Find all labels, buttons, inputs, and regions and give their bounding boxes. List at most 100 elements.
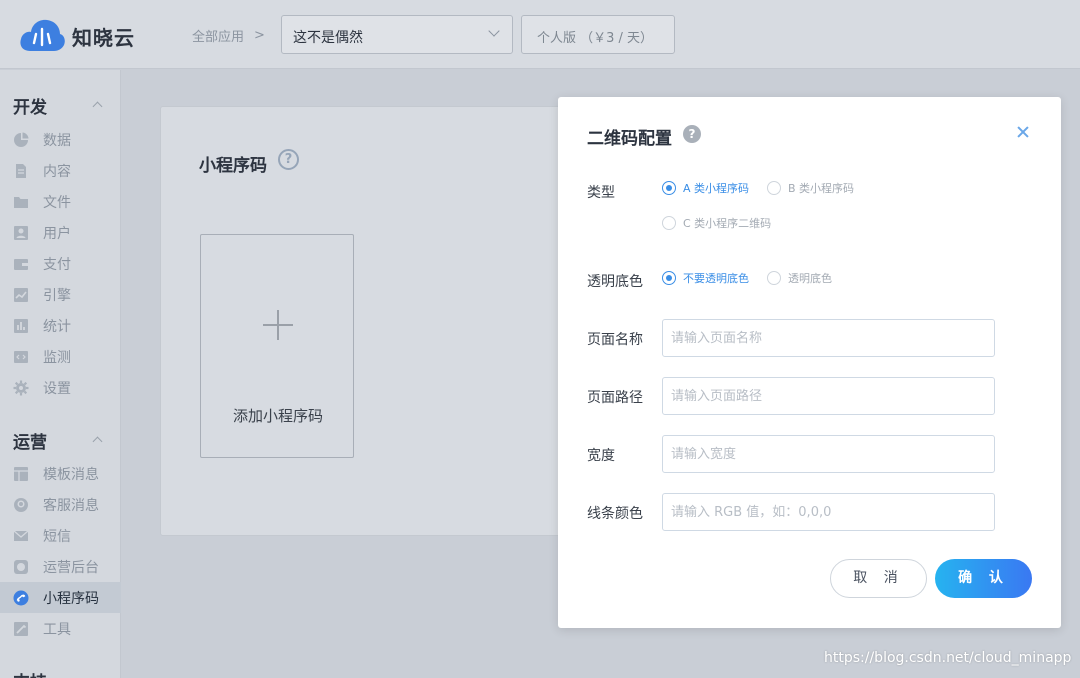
app-name: 知晓云 (72, 25, 135, 50)
qrcode-config-dialog: 二维码配置 ? 类型 A 类小程序码 B 类小程序码 C 类小程序二维码 透明底… (558, 97, 1061, 628)
sidebar-item-engine[interactable]: 引擎 (0, 279, 121, 310)
chevron-up-icon[interactable] (92, 436, 103, 447)
code-icon (14, 350, 28, 363)
sidebar-item-miniprogram-code[interactable]: 小程序码 (0, 582, 121, 613)
mail-icon (13, 530, 29, 541)
app-select-dropdown[interactable]: 这不是偶然 (281, 15, 513, 54)
sidebar-item-label: 小程序码 (43, 590, 99, 607)
add-miniprogram-code-button[interactable]: 添加小程序码 (200, 234, 354, 458)
page-path-label: 页面路径 (587, 390, 643, 406)
sidebar-item-label: 短信 (43, 528, 71, 545)
add-miniprogram-code-label: 添加小程序码 (232, 407, 323, 425)
transparent-label: 透明底色 (587, 274, 643, 290)
sidebar-item-data[interactable]: 数据 (0, 124, 121, 155)
miniprogram-icon (13, 590, 29, 605)
sidebar-group-ops[interactable]: 运营 (13, 428, 47, 453)
sidebar-item-tools[interactable]: 工具 (0, 613, 121, 644)
sidebar-item-label: 文件 (43, 194, 71, 211)
watermark: https://blog.csdn.net/cloud_minapp (824, 650, 1072, 666)
sidebar-group-support[interactable]: 支持 (13, 668, 47, 678)
radio-transparent[interactable]: 透明底色 (767, 270, 832, 286)
radio-checked-icon (662, 271, 676, 285)
trend-icon (14, 287, 28, 302)
radio-type-b[interactable]: B 类小程序码 (767, 180, 854, 196)
sidebar-item-label: 统计 (43, 318, 71, 335)
chevron-up-icon[interactable] (92, 101, 103, 112)
sidebar-item-label: 内容 (43, 163, 71, 180)
breadcrumb: 全部应用 > (192, 26, 265, 45)
headset-icon (14, 497, 28, 512)
radio-type-c[interactable]: C 类小程序二维码 (662, 215, 771, 231)
radio-label: 不要透明底色 (683, 272, 749, 285)
radio-unchecked-icon (662, 216, 676, 230)
chevron-right-icon: > (254, 28, 265, 43)
plan-badge[interactable]: 个人版 （￥3 / 天） (521, 15, 675, 54)
radio-unchecked-icon (767, 181, 781, 195)
folder-icon (14, 196, 28, 208)
line-color-label: 线条颜色 (587, 506, 643, 522)
sidebar-item-label: 引擎 (43, 287, 71, 304)
radio-checked-icon (662, 181, 676, 195)
sidebar-item-payment[interactable]: 支付 (0, 248, 121, 279)
page-name-input[interactable] (662, 319, 995, 357)
sidebar-item-label: 工具 (43, 621, 71, 638)
sidebar-item-label: 监测 (43, 349, 71, 366)
dashboard-icon (14, 559, 28, 574)
plan-label: 个人版 （￥3 / 天） (537, 31, 654, 46)
app-select-value: 这不是偶然 (293, 30, 363, 46)
page-path-input[interactable] (662, 377, 995, 415)
sidebar-item-ops-backend[interactable]: 运营后台 (0, 551, 121, 582)
sidebar: 开发 数据 内容 文件 用户 支付 引擎 统计 监测 设置 运营 模板消息 客服… (0, 70, 121, 678)
close-icon[interactable] (1015, 124, 1031, 140)
cancel-button[interactable]: 取 消 (830, 559, 927, 598)
chevron-down-icon (488, 25, 500, 37)
line-color-input[interactable] (662, 493, 995, 531)
sidebar-item-label: 模板消息 (43, 466, 99, 483)
radio-type-a[interactable]: A 类小程序码 (662, 180, 749, 196)
help-icon[interactable]: ? (278, 149, 299, 170)
dialog-title: 二维码配置 (587, 129, 672, 149)
template-icon (14, 466, 28, 481)
sidebar-item-files[interactable]: 文件 (0, 186, 121, 217)
sidebar-item-sms[interactable]: 短信 (0, 520, 121, 551)
width-label: 宽度 (587, 448, 615, 464)
page-name-label: 页面名称 (587, 332, 643, 348)
app-logo[interactable]: 知晓云 (19, 17, 135, 55)
breadcrumb-all-apps[interactable]: 全部应用 (192, 26, 244, 45)
width-input[interactable] (662, 435, 995, 473)
radio-label: 透明底色 (788, 272, 832, 285)
help-icon[interactable]: ? (683, 125, 701, 143)
top-bar: 知晓云 全部应用 > 这不是偶然 个人版 （￥3 / 天） (0, 0, 1080, 69)
sidebar-group-dev[interactable]: 开发 (13, 93, 47, 118)
sidebar-item-users[interactable]: 用户 (0, 217, 121, 248)
sidebar-item-label: 运营后台 (43, 559, 99, 576)
user-card-icon (14, 225, 28, 240)
sidebar-item-monitor[interactable]: 监测 (0, 341, 121, 372)
document-icon (16, 163, 26, 178)
bar-chart-icon (14, 318, 28, 333)
type-label: 类型 (587, 185, 615, 201)
page-title: 小程序码 (199, 156, 267, 176)
wrench-icon (14, 621, 28, 636)
radio-label: C 类小程序二维码 (683, 217, 772, 230)
pie-chart-icon (14, 132, 29, 147)
sidebar-item-template-msg[interactable]: 模板消息 (0, 458, 121, 489)
sidebar-item-label: 用户 (43, 225, 71, 242)
sidebar-item-settings[interactable]: 设置 (0, 372, 121, 403)
confirm-button[interactable]: 确 认 (935, 559, 1032, 598)
sidebar-item-stats[interactable]: 统计 (0, 310, 121, 341)
gear-icon (13, 380, 29, 395)
radio-not-transparent[interactable]: 不要透明底色 (662, 270, 749, 286)
radio-label: B 类小程序码 (788, 182, 855, 195)
radio-unchecked-icon (767, 271, 781, 285)
wallet-icon (14, 258, 28, 270)
sidebar-item-label: 客服消息 (43, 497, 99, 514)
sidebar-item-label: 支付 (43, 256, 71, 273)
sidebar-item-content[interactable]: 内容 (0, 155, 121, 186)
cloud-logo-icon (20, 19, 65, 51)
sidebar-item-label: 设置 (43, 380, 71, 397)
sidebar-item-service-msg[interactable]: 客服消息 (0, 489, 121, 520)
plus-icon (263, 310, 293, 340)
radio-label: A 类小程序码 (683, 182, 750, 195)
sidebar-item-label: 数据 (43, 132, 71, 149)
